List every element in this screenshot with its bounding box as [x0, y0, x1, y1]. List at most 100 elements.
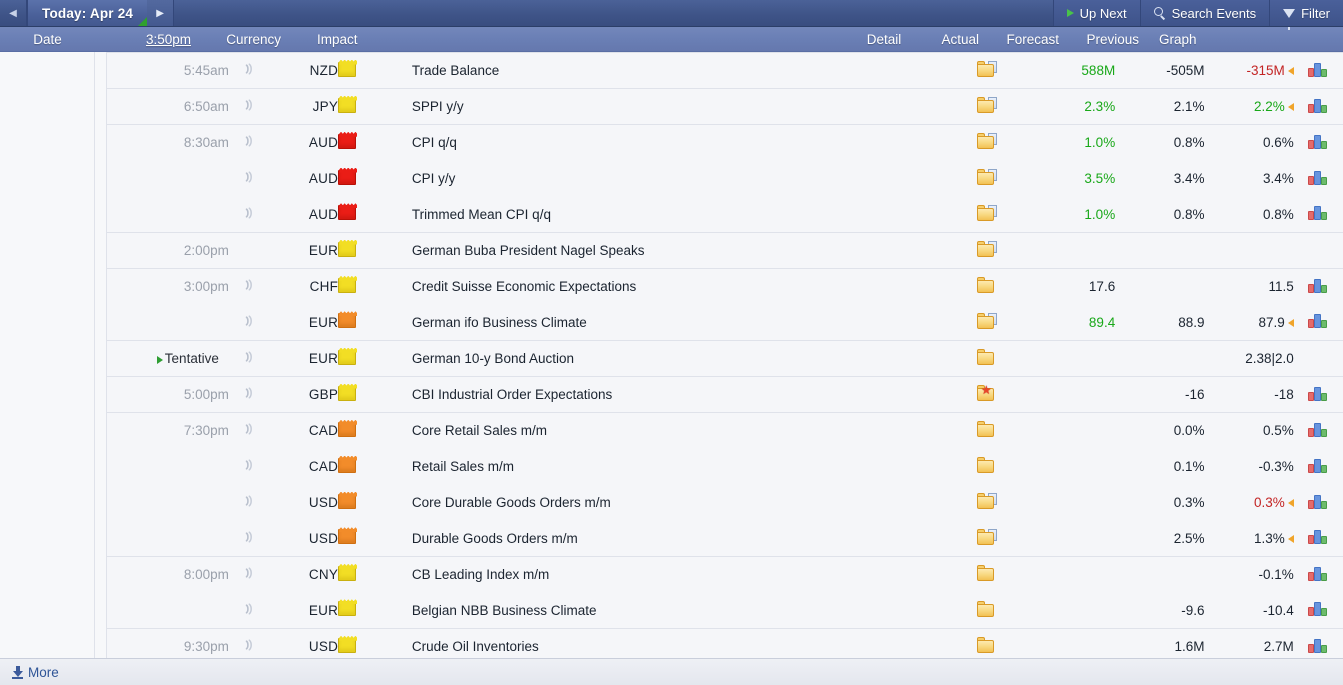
event-name[interactable]: German 10-y Bond Auction	[411, 340, 948, 377]
impact-cell[interactable]	[338, 485, 412, 521]
event-name[interactable]: CB Leading Index m/m	[411, 556, 948, 593]
graph-cell[interactable]	[1293, 232, 1343, 269]
filter-button[interactable]: Filter	[1269, 0, 1343, 30]
sound-alert-cell[interactable]	[229, 485, 269, 521]
detail-cell[interactable]	[947, 556, 1026, 593]
sound-icon[interactable]	[242, 386, 256, 400]
graph-cell[interactable]	[1293, 412, 1343, 449]
sound-alert-cell[interactable]	[228, 232, 270, 269]
impact-cell[interactable]	[338, 556, 412, 593]
detail-cell[interactable]	[947, 412, 1026, 449]
event-name[interactable]: Trimmed Mean CPI q/q	[412, 197, 948, 233]
impact-red-icon[interactable]	[338, 205, 357, 221]
graph-cell[interactable]	[1294, 485, 1343, 521]
folder-with-document-icon[interactable]	[976, 97, 997, 113]
folder-with-document-icon[interactable]	[976, 312, 997, 329]
revised-value-icon[interactable]	[1287, 318, 1294, 327]
folder-with-document-icon[interactable]	[976, 204, 997, 221]
more-link[interactable]: More	[28, 665, 59, 680]
sound-alert-cell[interactable]	[229, 305, 269, 341]
folder-with-document-icon[interactable]	[976, 528, 997, 545]
sound-alert-cell[interactable]	[228, 556, 270, 593]
detail-cell[interactable]	[948, 449, 1026, 485]
sound-icon[interactable]	[242, 278, 256, 292]
sound-alert-cell[interactable]	[228, 88, 270, 125]
impact-orange-icon[interactable]	[338, 529, 357, 545]
column-header-date[interactable]: Date	[0, 32, 95, 47]
impact-cell[interactable]	[338, 52, 412, 89]
event-name[interactable]: Core Retail Sales m/m	[411, 412, 948, 449]
folder-icon[interactable]	[976, 349, 997, 365]
table-row[interactable]: USD Durable Goods Orders m/m 2.5% 1.3%	[0, 520, 1343, 557]
folder-with-document-icon[interactable]	[976, 493, 997, 509]
sound-icon[interactable]	[242, 98, 256, 112]
graph-cell[interactable]	[1293, 124, 1343, 161]
event-name[interactable]: SPPI y/y	[411, 88, 948, 125]
table-row[interactable]: 2:00pm EUR German Buba President Nagel Spe…	[0, 232, 1343, 269]
sound-icon[interactable]	[242, 170, 256, 184]
column-header-detail[interactable]: Detail	[849, 32, 919, 47]
event-name[interactable]: CPI y/y	[412, 161, 948, 197]
detail-cell[interactable]	[947, 124, 1026, 161]
impact-yellow-icon[interactable]	[338, 637, 357, 653]
impact-cell[interactable]	[338, 521, 412, 557]
table-row[interactable]: 8:30am AUD CPI q/q 1.0% 0.8% 0.6%	[0, 124, 1343, 161]
impact-cell[interactable]	[338, 268, 412, 305]
graph-cell[interactable]	[1293, 340, 1343, 377]
bar-chart-icon[interactable]	[1308, 278, 1328, 293]
folder-icon[interactable]	[976, 277, 997, 294]
bar-chart-icon[interactable]	[1308, 601, 1328, 617]
folder-with-document-icon[interactable]	[976, 61, 997, 77]
event-name[interactable]: Belgian NBB Business Climate	[412, 593, 948, 629]
search-events-button[interactable]: Search Events	[1139, 0, 1270, 26]
event-name[interactable]: German Buba President Nagel Speaks	[411, 232, 948, 269]
revised-value-icon[interactable]	[1287, 499, 1294, 507]
sound-icon[interactable]	[242, 602, 256, 616]
folder-icon[interactable]	[976, 600, 997, 617]
event-name[interactable]: Core Durable Goods Orders m/m	[412, 485, 948, 521]
bar-chart-icon[interactable]	[1308, 638, 1328, 653]
impact-yellow-icon[interactable]	[338, 601, 357, 617]
sound-icon[interactable]	[242, 206, 256, 220]
sound-alert-cell[interactable]	[229, 521, 269, 557]
sound-icon[interactable]	[242, 494, 256, 508]
impact-cell[interactable]	[338, 449, 412, 485]
column-header-forecast[interactable]: Forecast	[999, 32, 1079, 47]
bar-chart-icon[interactable]	[1308, 98, 1328, 113]
sound-icon[interactable]	[242, 422, 256, 436]
detail-cell[interactable]	[948, 593, 1026, 629]
sound-icon[interactable]	[242, 314, 256, 328]
impact-yellow-icon[interactable]	[338, 385, 357, 401]
table-row[interactable]: 3:00pm CHF Credit Suisse Economic Expectat…	[0, 268, 1343, 305]
table-row[interactable]: AUD Trimmed Mean CPI q/q 1.0% 0.8% 0.8%	[0, 196, 1343, 233]
impact-orange-icon[interactable]	[338, 457, 357, 473]
detail-cell[interactable]	[947, 52, 1026, 89]
sound-alert-cell[interactable]	[228, 124, 270, 161]
folder-icon[interactable]	[976, 565, 997, 582]
graph-cell[interactable]	[1293, 88, 1343, 125]
bar-chart-icon[interactable]	[1308, 422, 1328, 437]
impact-yellow-icon[interactable]	[338, 565, 357, 581]
impact-yellow-icon[interactable]	[338, 277, 357, 293]
sound-alert-cell[interactable]	[229, 593, 269, 629]
sound-alert-cell[interactable]	[229, 449, 269, 485]
impact-cell[interactable]	[338, 412, 412, 449]
table-row[interactable]: EUR German ifo Business Climate 89.4 88.9 87…	[0, 304, 1343, 341]
bar-chart-icon[interactable]	[1308, 134, 1328, 149]
table-row[interactable]: 5:00pm GBP CBI Industrial Order Expectatio…	[0, 376, 1343, 413]
table-row[interactable]: EUR Belgian NBB Business Climate -9.6 -10.4	[0, 592, 1343, 629]
table-row[interactable]: Wed Apr 24 5:45am NZD Trade Balance 588M -505M…	[0, 52, 1343, 665]
folder-with-document-icon[interactable]	[976, 133, 997, 150]
graph-cell[interactable]	[1294, 161, 1343, 197]
detail-cell[interactable]	[947, 268, 1026, 305]
event-name[interactable]: CBI Industrial Order Expectations	[411, 376, 948, 413]
impact-cell[interactable]	[338, 305, 412, 341]
impact-cell[interactable]	[338, 593, 412, 629]
detail-cell[interactable]	[948, 197, 1026, 233]
sound-alert-cell[interactable]	[228, 376, 270, 413]
bar-chart-icon[interactable]	[1308, 458, 1328, 473]
column-header-time[interactable]: 3:50pm	[95, 32, 205, 47]
folder-icon[interactable]	[976, 637, 997, 654]
sound-alert-cell[interactable]	[228, 268, 270, 305]
column-header-graph[interactable]: Graph	[1159, 32, 1203, 47]
